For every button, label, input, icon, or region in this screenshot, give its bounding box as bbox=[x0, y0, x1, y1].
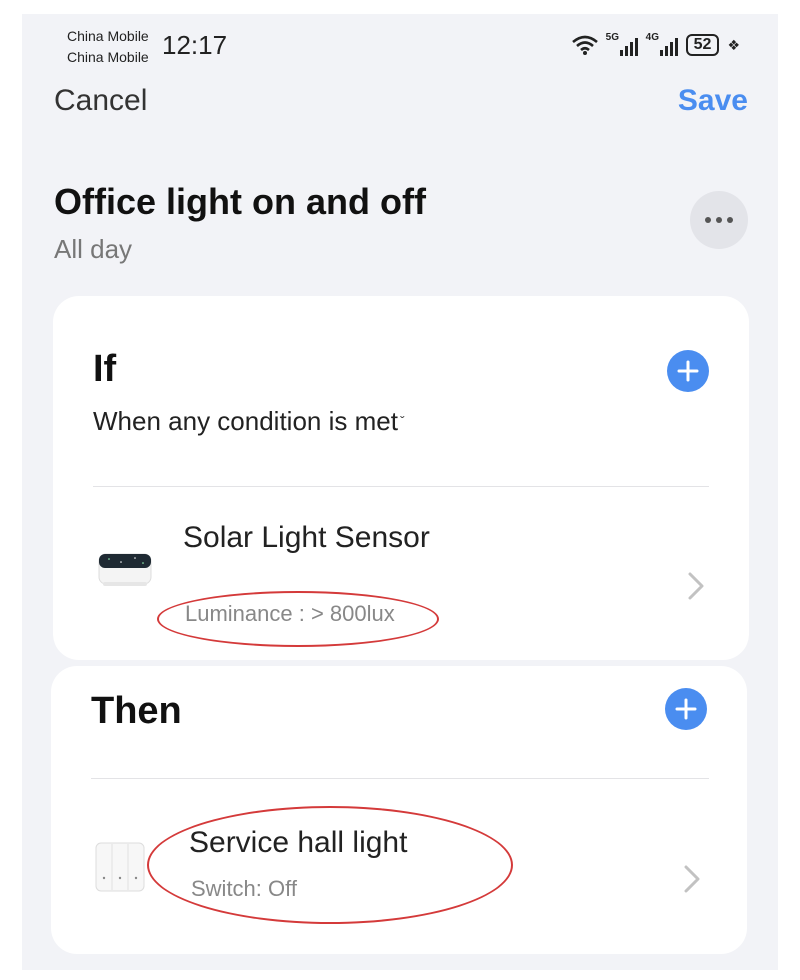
status-bar: China Mobile China Mobile 12:17 5G 4G 52… bbox=[22, 14, 778, 74]
signal-5g-icon: 5G bbox=[605, 32, 638, 56]
then-section-title: Then bbox=[91, 690, 182, 732]
if-card: If When any condition is met ˇ Solar Ligh… bbox=[53, 296, 749, 660]
condition-device-name: Solar Light Sensor bbox=[183, 521, 430, 554]
network-label-1: 5G bbox=[605, 32, 619, 43]
condition-mode-selector[interactable]: When any condition is met ˇ bbox=[93, 406, 405, 437]
chevron-right-icon bbox=[688, 572, 704, 600]
battery-indicator: 52 bbox=[685, 34, 720, 56]
sensor-device-icon bbox=[98, 553, 152, 586]
cancel-button[interactable]: Cancel bbox=[54, 84, 147, 118]
chevron-right-icon bbox=[684, 865, 700, 893]
carrier-1: China Mobile bbox=[67, 28, 149, 44]
divider bbox=[91, 778, 709, 779]
signal-4g-icon: 4G bbox=[645, 32, 678, 56]
status-icons: 5G 4G 52 ❖ bbox=[571, 32, 740, 56]
action-detail: Switch: Off bbox=[191, 876, 297, 901]
plus-icon bbox=[677, 360, 699, 382]
network-label-2: 4G bbox=[645, 32, 659, 43]
action-device-name: Service hall light bbox=[189, 826, 408, 859]
wall-switch-icon bbox=[95, 842, 145, 892]
save-button[interactable]: Save bbox=[678, 84, 748, 118]
add-condition-button[interactable] bbox=[667, 350, 709, 392]
phone-screen: China Mobile China Mobile 12:17 5G 4G 52… bbox=[22, 14, 778, 970]
condition-mode-label: When any condition is met bbox=[93, 406, 398, 436]
carrier-2: China Mobile bbox=[67, 49, 149, 65]
schedule-subtitle[interactable]: All day bbox=[54, 234, 132, 265]
more-horizontal-icon bbox=[705, 217, 711, 223]
then-card: Then Service hall light Switch: Off bbox=[51, 666, 747, 954]
if-section-title: If bbox=[93, 348, 117, 390]
annotation-oval bbox=[147, 806, 513, 924]
condition-detail: Luminance : > 800lux bbox=[185, 601, 395, 626]
more-options-button[interactable] bbox=[690, 191, 748, 249]
clock: 12:17 bbox=[162, 30, 228, 60]
carrier-names: China Mobile China Mobile bbox=[67, 26, 149, 68]
divider bbox=[93, 486, 709, 487]
plus-icon bbox=[675, 698, 697, 720]
add-action-button[interactable] bbox=[665, 688, 707, 730]
wifi-icon bbox=[571, 35, 598, 55]
page-title: Office light on and off bbox=[54, 181, 426, 222]
chevron-down-icon: ˇ bbox=[399, 413, 405, 429]
leaf-icon: ❖ bbox=[727, 36, 740, 53]
